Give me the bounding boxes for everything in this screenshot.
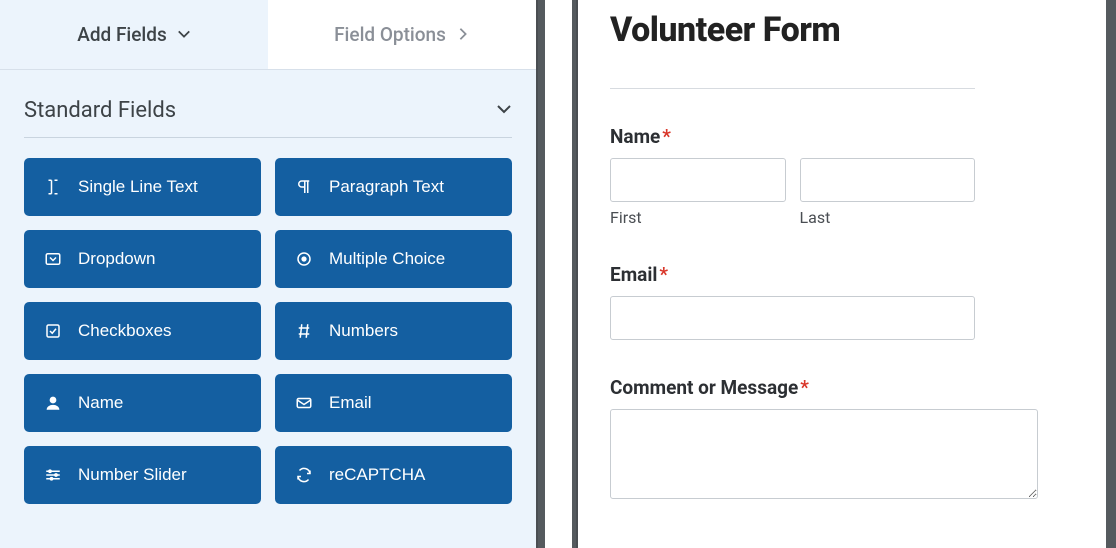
tab-add-fields-label: Add Fields bbox=[77, 23, 167, 46]
label-text: Name bbox=[610, 125, 660, 148]
tab-field-options[interactable]: Field Options bbox=[268, 0, 536, 69]
field-name[interactable]: Name bbox=[24, 374, 261, 432]
field-label: Paragraph Text bbox=[329, 177, 444, 197]
panel-divider[interactable] bbox=[536, 0, 578, 548]
left-panel: Add Fields Field Options Standard Fields… bbox=[0, 0, 536, 548]
first-name-input[interactable] bbox=[610, 158, 786, 202]
chevron-down-icon bbox=[496, 98, 512, 123]
tab-add-fields[interactable]: Add Fields bbox=[0, 0, 268, 69]
field-recaptcha[interactable]: reCAPTCHA bbox=[275, 446, 512, 504]
checkbox-icon bbox=[42, 322, 64, 340]
label-text: Email bbox=[610, 263, 657, 286]
section-title: Standard Fields bbox=[24, 98, 176, 123]
label-text: Comment or Message bbox=[610, 376, 798, 399]
field-paragraph-text[interactable]: Paragraph Text bbox=[275, 158, 512, 216]
comment-label: Comment or Message* bbox=[610, 376, 1066, 399]
field-label: Email bbox=[329, 393, 372, 413]
paragraph-icon bbox=[293, 178, 315, 196]
envelope-icon bbox=[293, 394, 315, 412]
chevron-right-icon bbox=[456, 23, 470, 46]
field-single-line-text[interactable]: Single Line Text bbox=[24, 158, 261, 216]
required-asterisk: * bbox=[659, 263, 668, 286]
required-asterisk: * bbox=[662, 125, 671, 148]
divider bbox=[24, 137, 512, 138]
text-cursor-icon bbox=[42, 178, 64, 196]
section-header[interactable]: Standard Fields bbox=[0, 70, 536, 137]
field-label: Number Slider bbox=[78, 465, 187, 485]
field-label: reCAPTCHA bbox=[329, 465, 425, 485]
comment-textarea[interactable] bbox=[610, 409, 1038, 499]
divider bbox=[610, 88, 975, 89]
field-label: Dropdown bbox=[78, 249, 156, 269]
user-icon bbox=[42, 394, 64, 412]
form-field-email: Email* bbox=[610, 263, 1066, 340]
sliders-icon bbox=[42, 466, 64, 484]
last-name-group: Last bbox=[800, 158, 976, 227]
email-input[interactable] bbox=[610, 296, 975, 340]
radio-icon bbox=[293, 250, 315, 268]
hashtag-icon bbox=[293, 322, 315, 340]
field-label: Single Line Text bbox=[78, 177, 198, 197]
field-label: Checkboxes bbox=[78, 321, 172, 341]
tabs-row: Add Fields Field Options bbox=[0, 0, 536, 70]
email-label: Email* bbox=[610, 263, 1066, 286]
field-email[interactable]: Email bbox=[275, 374, 512, 432]
field-label: Name bbox=[78, 393, 123, 413]
form-title: Volunteer Form bbox=[610, 10, 1066, 50]
form-preview-panel: Volunteer Form Name* First Last Email* C… bbox=[578, 0, 1116, 548]
field-checkboxes[interactable]: Checkboxes bbox=[24, 302, 261, 360]
fields-grid: Single Line Text Paragraph Text Dropdown… bbox=[0, 158, 536, 528]
field-multiple-choice[interactable]: Multiple Choice bbox=[275, 230, 512, 288]
dropdown-icon bbox=[42, 250, 64, 268]
first-sublabel: First bbox=[610, 208, 786, 227]
field-numbers[interactable]: Numbers bbox=[275, 302, 512, 360]
tab-field-options-label: Field Options bbox=[334, 23, 446, 46]
last-name-input[interactable] bbox=[800, 158, 976, 202]
last-sublabel: Last bbox=[800, 208, 976, 227]
required-asterisk: * bbox=[800, 376, 809, 399]
field-number-slider[interactable]: Number Slider bbox=[24, 446, 261, 504]
recaptcha-icon bbox=[293, 466, 315, 484]
field-label: Numbers bbox=[329, 321, 398, 341]
chevron-down-icon bbox=[177, 23, 191, 46]
name-label: Name* bbox=[610, 125, 1066, 148]
first-name-group: First bbox=[610, 158, 786, 227]
name-inputs-row: First Last bbox=[610, 158, 975, 227]
form-field-name: Name* First Last bbox=[610, 125, 1066, 227]
field-label: Multiple Choice bbox=[329, 249, 445, 269]
form-field-comment: Comment or Message* bbox=[610, 376, 1066, 503]
field-dropdown[interactable]: Dropdown bbox=[24, 230, 261, 288]
